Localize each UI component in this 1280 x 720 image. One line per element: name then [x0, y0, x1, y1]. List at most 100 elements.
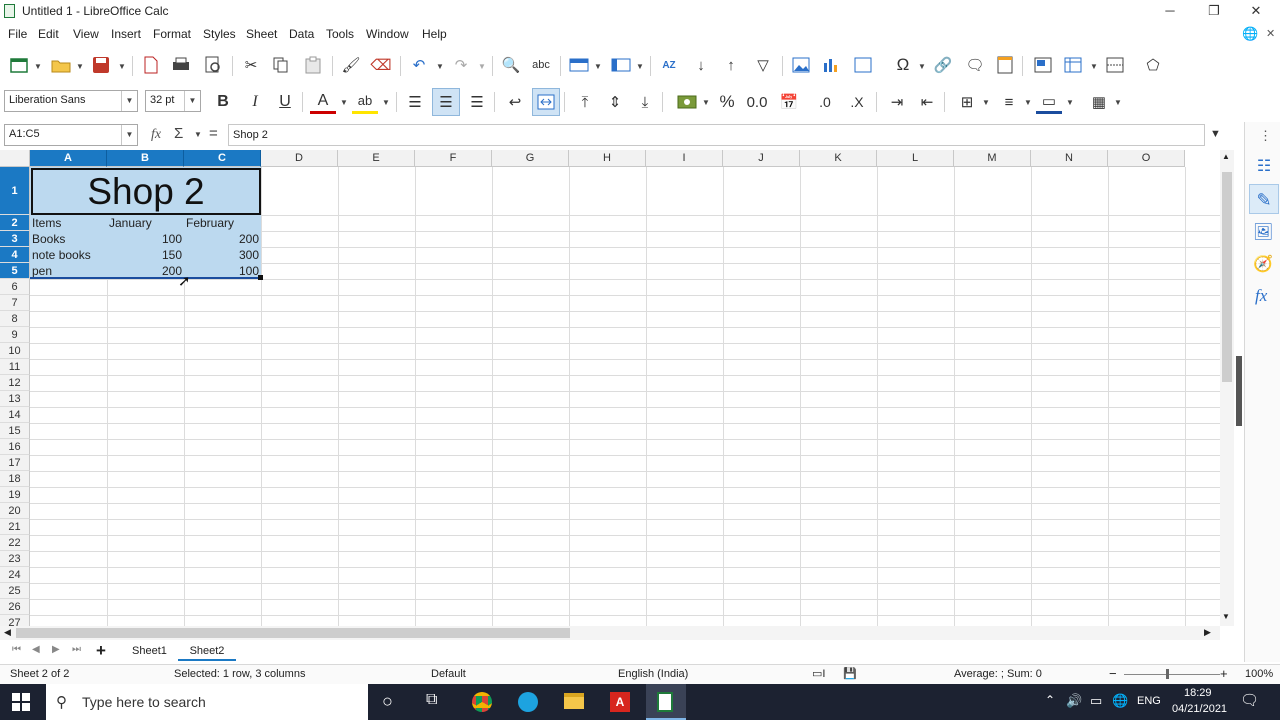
- define-print-area-icon[interactable]: [1030, 53, 1056, 77]
- align-center-icon[interactable]: ☰: [432, 88, 460, 116]
- sort-descending-icon[interactable]: ↑: [718, 53, 744, 77]
- zoom-level[interactable]: 100%: [1245, 668, 1273, 680]
- row-header-23[interactable]: 23: [0, 551, 30, 567]
- borders-icon[interactable]: ⊞: [954, 90, 980, 114]
- function-wizard-icon[interactable]: fx: [151, 127, 161, 143]
- table-cell[interactable]: 100: [107, 232, 184, 247]
- row-header-11[interactable]: 11: [0, 359, 30, 375]
- column-header-b[interactable]: B: [107, 150, 184, 167]
- delete-decimal-icon[interactable]: .X: [844, 90, 870, 114]
- add-sheet-button[interactable]: +: [96, 641, 106, 661]
- menu-help[interactable]: Help: [422, 27, 447, 41]
- column-header-k[interactable]: K: [800, 150, 877, 167]
- decrease-indent-icon[interactable]: ⇤: [914, 90, 940, 114]
- column-header-e[interactable]: E: [338, 150, 415, 167]
- sidebar-collapse-handle[interactable]: [1236, 356, 1242, 426]
- row-header-10[interactable]: 10: [0, 343, 30, 359]
- headers-footers-icon[interactable]: [992, 53, 1018, 77]
- paste-icon[interactable]: [300, 53, 326, 77]
- column-header-h[interactable]: H: [569, 150, 646, 167]
- page-style-status[interactable]: Default: [431, 668, 466, 680]
- zoom-slider[interactable]: [1124, 674, 1220, 675]
- insert-chart-icon[interactable]: [818, 53, 844, 77]
- number-format-icon[interactable]: 0.0: [744, 90, 770, 114]
- print-preview-icon[interactable]: [200, 53, 226, 77]
- chevron-down-icon[interactable]: ▼: [121, 125, 137, 145]
- merge-center-icon[interactable]: [532, 88, 560, 116]
- column-icon[interactable]: [608, 53, 634, 77]
- menu-styles[interactable]: Styles: [203, 27, 236, 41]
- zoom-in-icon[interactable]: +: [1220, 666, 1228, 681]
- new-document-icon[interactable]: [6, 53, 32, 77]
- column-header-l[interactable]: L: [877, 150, 954, 167]
- network-icon[interactable]: 🌐: [1112, 693, 1128, 709]
- hyperlink-icon[interactable]: 🔗: [930, 53, 956, 77]
- row-header-8[interactable]: 8: [0, 311, 30, 327]
- merged-title-cell[interactable]: Shop 2: [31, 168, 261, 215]
- tab-sheet2[interactable]: Sheet2: [178, 641, 236, 661]
- properties-icon[interactable]: ☷: [1253, 156, 1275, 178]
- close-document-icon[interactable]: ✕: [1266, 27, 1275, 40]
- column-header-a[interactable]: A: [30, 150, 107, 167]
- show-draw-functions-icon[interactable]: ⬠: [1140, 53, 1166, 77]
- chevron-down-icon[interactable]: ▼: [340, 98, 348, 107]
- chevron-down-icon[interactable]: ▼: [1114, 98, 1122, 107]
- font-name-box[interactable]: Liberation Sans ▼: [4, 90, 138, 112]
- bold-icon[interactable]: B: [210, 90, 236, 114]
- menu-view[interactable]: View: [73, 27, 99, 41]
- chevron-down-icon[interactable]: ▼: [118, 62, 126, 71]
- print-icon[interactable]: [168, 53, 194, 77]
- row-header-27[interactable]: 27: [0, 615, 30, 626]
- horizontal-scroll-thumb[interactable]: [16, 628, 570, 638]
- input-language[interactable]: ENG: [1137, 695, 1161, 707]
- functions-icon[interactable]: fx: [1255, 286, 1267, 306]
- row-header-9[interactable]: 9: [0, 327, 30, 343]
- styles-icon[interactable]: ✎: [1249, 184, 1279, 214]
- gallery-icon[interactable]: 🖼: [1253, 222, 1273, 242]
- chevron-down-icon[interactable]: ▼: [194, 130, 202, 139]
- volume-icon[interactable]: 🔊: [1066, 693, 1082, 709]
- vertical-scrollbar[interactable]: ▲ ▼: [1220, 150, 1234, 626]
- row-header-20[interactable]: 20: [0, 503, 30, 519]
- align-top-icon[interactable]: ⤒: [572, 90, 598, 114]
- spelling-icon[interactable]: abc: [528, 53, 554, 77]
- horizontal-scrollbar[interactable]: ◀ ▶: [0, 626, 1220, 640]
- scroll-down-icon[interactable]: ▼: [1222, 612, 1230, 621]
- table-cell[interactable]: 300: [184, 248, 261, 263]
- column-header-j[interactable]: J: [723, 150, 800, 167]
- restore-button[interactable]: ❐: [1194, 1, 1234, 21]
- row-header-14[interactable]: 14: [0, 407, 30, 423]
- libreoffice-calc-taskbar-button[interactable]: [646, 684, 686, 720]
- row-header-15[interactable]: 15: [0, 423, 30, 439]
- column-header-c[interactable]: C: [184, 150, 261, 167]
- row-header-2[interactable]: 2: [0, 215, 30, 231]
- border-color-icon[interactable]: ▭: [1036, 90, 1062, 114]
- sort-icon[interactable]: AZ: [656, 53, 682, 77]
- column-header-g[interactable]: G: [492, 150, 569, 167]
- clear-formatting-icon[interactable]: ⌫: [368, 53, 394, 77]
- column-header-m[interactable]: M: [954, 150, 1031, 167]
- row-header-21[interactable]: 21: [0, 519, 30, 535]
- row-header-4[interactable]: 4: [0, 247, 30, 263]
- insert-image-icon[interactable]: [788, 53, 814, 77]
- last-sheet-icon[interactable]: ⏭: [72, 644, 81, 655]
- scroll-left-icon[interactable]: ◀: [4, 627, 11, 638]
- formula-icon[interactable]: =: [209, 125, 218, 142]
- underline-icon[interactable]: U: [272, 90, 298, 114]
- acrobat-icon[interactable]: A: [610, 692, 630, 712]
- column-header-o[interactable]: O: [1108, 150, 1185, 167]
- sum-icon[interactable]: Σ: [174, 125, 183, 142]
- task-view-icon[interactable]: ⧉: [426, 691, 437, 709]
- windows-start-icon[interactable]: [12, 693, 32, 711]
- row-header-19[interactable]: 19: [0, 487, 30, 503]
- column-header-n[interactable]: N: [1031, 150, 1108, 167]
- chevron-down-icon[interactable]: ▼: [184, 91, 200, 111]
- taskbar-search-box[interactable]: ⚲ Type here to search: [46, 684, 368, 720]
- row-header-24[interactable]: 24: [0, 567, 30, 583]
- previous-sheet-icon[interactable]: ◀: [32, 644, 40, 655]
- italic-icon[interactable]: I: [242, 90, 268, 114]
- table-cell[interactable]: 150: [107, 248, 184, 263]
- row-header-18[interactable]: 18: [0, 471, 30, 487]
- first-sheet-icon[interactable]: ⏮: [12, 644, 21, 655]
- align-right-icon[interactable]: ☰: [464, 90, 490, 114]
